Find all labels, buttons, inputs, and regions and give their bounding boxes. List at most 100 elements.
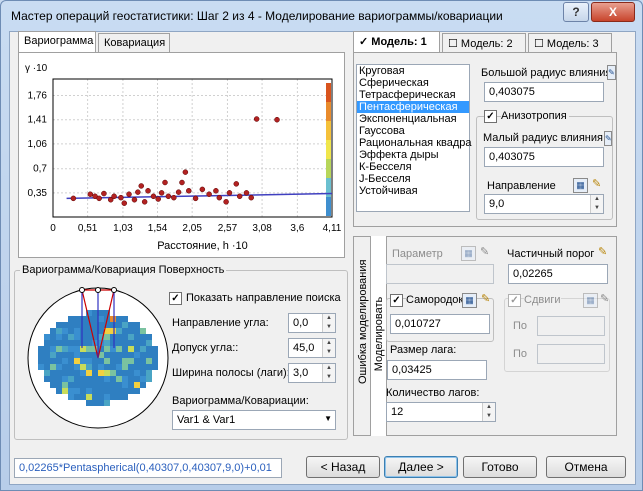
model-tab[interactable]: Моделировать	[371, 236, 387, 436]
surface-cell	[122, 382, 128, 388]
surface-cell	[110, 346, 116, 352]
angle-tolerance-input[interactable]: 45,0 ▲ ▼	[288, 338, 336, 358]
surface-cell	[116, 340, 122, 346]
surface-cell	[80, 376, 86, 382]
model-list-item[interactable]: Экспоненциальная	[357, 113, 469, 125]
surface-cell	[44, 370, 50, 376]
surface-cell	[116, 334, 122, 340]
x-tick-label: 2,57	[218, 223, 238, 234]
surface-cell	[56, 334, 62, 340]
surface-cell	[98, 370, 104, 376]
y-axis-label: γ ·10	[25, 63, 48, 74]
formula-field[interactable]: 0,02265*Pentaspherical(0,40307,0,40307,9…	[14, 458, 282, 478]
show-direction-checkbox[interactable]: ✓	[169, 292, 182, 305]
bandwidth-input[interactable]: 3,0 ▲ ▼	[288, 363, 336, 383]
surface-cell	[122, 346, 128, 352]
close-button[interactable]: X	[591, 2, 635, 22]
surface-cell	[50, 334, 56, 340]
surface-cell	[128, 340, 134, 346]
back-button[interactable]: < Назад	[306, 456, 380, 478]
surface-cell	[56, 346, 62, 352]
surface-cell	[128, 358, 134, 364]
surface-cell	[62, 358, 68, 364]
surface-cell	[104, 394, 110, 400]
tab-model-2[interactable]: ☐ Модель: 2	[442, 33, 526, 53]
nugget-pen-icon[interactable]: ✎	[481, 292, 490, 305]
surface-cell	[128, 334, 134, 340]
major-range-pen-icon[interactable]: ✎	[607, 65, 616, 80]
cancel-button[interactable]: Отмена	[546, 456, 626, 478]
direction-pen-icon[interactable]: ✎	[592, 177, 601, 190]
model-list-item[interactable]: Рациональная квадра	[357, 137, 472, 149]
model-list-item[interactable]: Сферическая	[357, 77, 469, 89]
surface-cell	[44, 334, 50, 340]
surface-cell	[116, 388, 122, 394]
model-list-item[interactable]: Гауссова	[357, 125, 469, 137]
model-type-list[interactable]: Круговая Сферическая Тетрасферическая Пента…	[356, 64, 472, 212]
lag-count-input[interactable]: 12 ▲ ▼	[386, 402, 496, 422]
model-list-item[interactable]: J-Бесселя	[357, 173, 469, 185]
surface-cell	[80, 328, 86, 334]
surface-cell	[74, 346, 80, 352]
variogram-select[interactable]: Var1 & Var1 ▼	[172, 410, 336, 430]
variogram-chart: 0 0,51 1,03 1,54 2,05 2,57 3,08 3,6 4,11 0,35 0,7 1…	[25, 63, 342, 252]
surface-cell	[98, 316, 104, 322]
nugget-field[interactable]: 0,010727	[390, 314, 490, 334]
data-point	[171, 194, 177, 201]
surface-cell	[62, 382, 68, 388]
tab-covariance[interactable]: Ковариация	[98, 33, 170, 53]
lag-size-field[interactable]: 0,03425	[387, 360, 487, 380]
surface-cell	[140, 334, 146, 340]
data-point	[70, 195, 77, 202]
tab-model-3[interactable]: ☐ Модель: 3	[528, 33, 612, 53]
surface-cell	[104, 376, 110, 382]
surface-cell	[134, 352, 140, 358]
data-point	[118, 194, 124, 201]
nugget-checkbox[interactable]: ✓	[390, 294, 403, 307]
data-point	[253, 116, 260, 122]
surface-cell	[56, 328, 62, 334]
surface-cell	[116, 382, 122, 388]
minor-range-field[interactable]: 0,403075	[484, 147, 604, 167]
surface-cell	[86, 400, 92, 406]
partial-sill-pen-icon[interactable]: ✎	[598, 245, 607, 258]
tab-variogram[interactable]: Вариограмма	[18, 31, 96, 53]
surface-cell	[92, 358, 98, 364]
surface-cell	[110, 316, 116, 322]
tab-model-1[interactable]: ✓ Модель: 1	[353, 31, 440, 53]
model-list-item[interactable]: Тетрасферическая	[357, 89, 469, 101]
angle-direction-input[interactable]: 0,0 ▲ ▼	[288, 313, 336, 333]
next-button[interactable]: Далее >	[384, 456, 458, 478]
help-button[interactable]: ?	[563, 2, 589, 22]
model-list-item[interactable]: Круговая	[357, 65, 469, 77]
surface-cell	[110, 364, 116, 370]
surface-cell	[98, 364, 104, 370]
parameter-label: Параметр	[392, 248, 443, 260]
x-tick-label: 0,51	[78, 223, 98, 234]
shifts-label: Сдвиги	[524, 294, 561, 306]
model-list-item[interactable]: Эффекта дыры	[357, 149, 469, 161]
surface-cell	[80, 382, 86, 388]
finish-button[interactable]: Готово	[463, 456, 537, 478]
direction-input[interactable]: 9,0 ▲ ▼	[484, 194, 604, 214]
nugget-calc-icon[interactable]: ▦	[462, 293, 477, 308]
surface-cell	[56, 382, 62, 388]
model-list-item[interactable]: Устойчивая	[357, 185, 469, 197]
surface-cell	[74, 322, 80, 328]
surface-cell	[104, 364, 110, 370]
direction-calc-icon[interactable]: ▦	[573, 178, 588, 193]
surface-cell	[50, 376, 56, 382]
surface-cell	[116, 322, 122, 328]
surface-cell	[152, 352, 158, 358]
error-tab[interactable]: Ошибка моделирования	[353, 236, 371, 436]
anisotropy-checkbox[interactable]: ✓	[484, 110, 497, 123]
model-list-item[interactable]: К-Бесселя	[357, 161, 469, 173]
surface-cell	[86, 346, 92, 352]
surface-cell	[128, 322, 134, 328]
major-range-field[interactable]: 0,403075	[484, 82, 604, 102]
model-list-item[interactable]: Пентасферическая	[357, 101, 469, 113]
surface-cell	[128, 382, 134, 388]
surface-cell	[140, 364, 146, 370]
partial-sill-field[interactable]: 0,02265	[508, 264, 608, 284]
minor-range-pen-icon[interactable]: ✎	[604, 131, 612, 146]
